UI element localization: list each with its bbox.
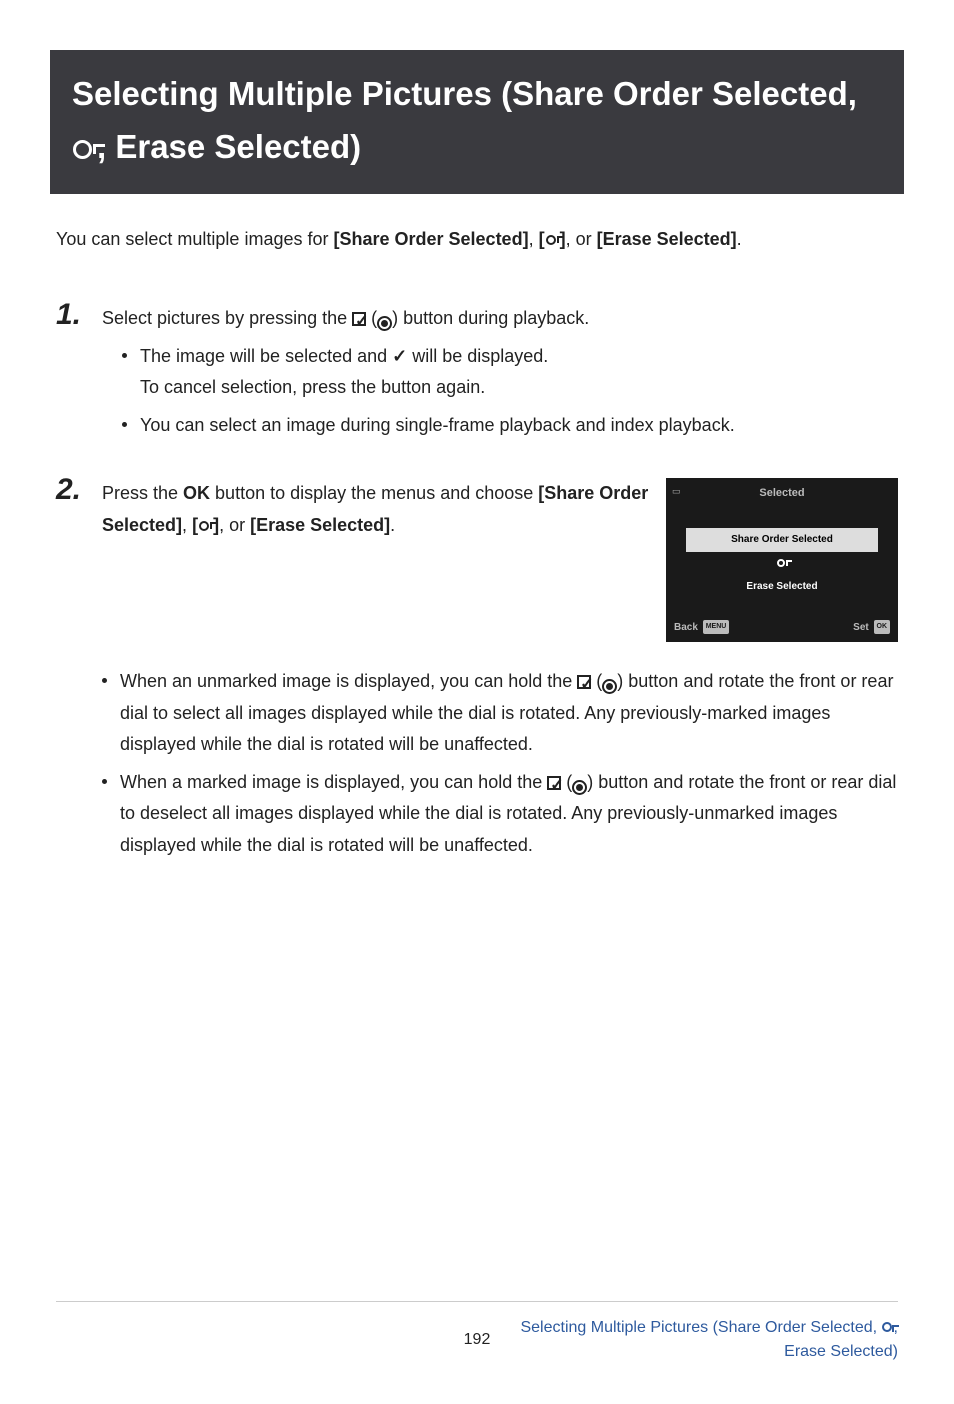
protect-icon xyxy=(882,1319,894,1336)
set-label: Set OK xyxy=(853,619,890,637)
protect-icon xyxy=(73,140,96,159)
check-square-icon xyxy=(577,675,591,689)
intro-paragraph: You can select multiple images for [Shar… xyxy=(56,224,898,255)
breadcrumb[interactable]: Selecting Multiple Pictures (Share Order… xyxy=(490,1316,898,1364)
page-title: Selecting Multiple Pictures (Share Order… xyxy=(72,68,882,174)
check-square-icon xyxy=(352,312,366,326)
step-number: 1. xyxy=(56,300,88,330)
record-button-icon xyxy=(602,679,617,694)
page-content: You can select multiple images for [Shar… xyxy=(0,194,954,868)
step-body: Press the OK button to display the menus… xyxy=(102,475,898,867)
list-item: The image will be selected and ✓ will be… xyxy=(140,341,898,404)
step-2-bullets: When an unmarked image is displayed, you… xyxy=(102,666,898,861)
protect-icon xyxy=(199,521,212,531)
menu-item-erase: Erase Selected xyxy=(686,575,878,599)
title-post: , Erase Selected) xyxy=(97,128,361,165)
screenshot-footer: Back MENU Set OK xyxy=(674,619,890,637)
menu-item-protect xyxy=(686,552,878,576)
title-pre: Selecting Multiple Pictures (Share Order… xyxy=(72,75,857,112)
protect-icon xyxy=(546,235,559,245)
screenshot-title: Selected xyxy=(666,478,898,503)
sd-card-icon: ▭ xyxy=(672,484,681,500)
check-square-icon xyxy=(547,776,561,790)
record-button-icon xyxy=(377,316,392,331)
page-number: 192 xyxy=(464,1331,491,1349)
page-title-banner: Selecting Multiple Pictures (Share Order… xyxy=(50,50,904,194)
screenshot-menu: Share Order Selected Erase Selected xyxy=(686,528,878,599)
list-item: When an unmarked image is displayed, you… xyxy=(120,666,898,761)
record-button-icon xyxy=(572,780,587,795)
check-mark-icon: ✓ xyxy=(392,346,407,366)
step-1: 1. Select pictures by pressing the () bu… xyxy=(56,300,898,447)
list-item: When a marked image is displayed, you ca… xyxy=(120,767,898,862)
step-2: 2. Press the OK button to display the me… xyxy=(56,475,898,867)
list-item: You can select an image during single-fr… xyxy=(140,410,898,442)
camera-screenshot: ▭ Selected Share Order Selected Erase Se… xyxy=(666,478,898,642)
step-body: Select pictures by pressing the () butto… xyxy=(102,300,898,447)
step-1-bullets: The image will be selected and ✓ will be… xyxy=(102,341,898,442)
step-number: 2. xyxy=(56,475,88,505)
menu-item-share-order: Share Order Selected xyxy=(686,528,878,552)
back-label: Back MENU xyxy=(674,619,729,637)
page-footer: 192 Selecting Multiple Pictures (Share O… xyxy=(56,1301,898,1364)
